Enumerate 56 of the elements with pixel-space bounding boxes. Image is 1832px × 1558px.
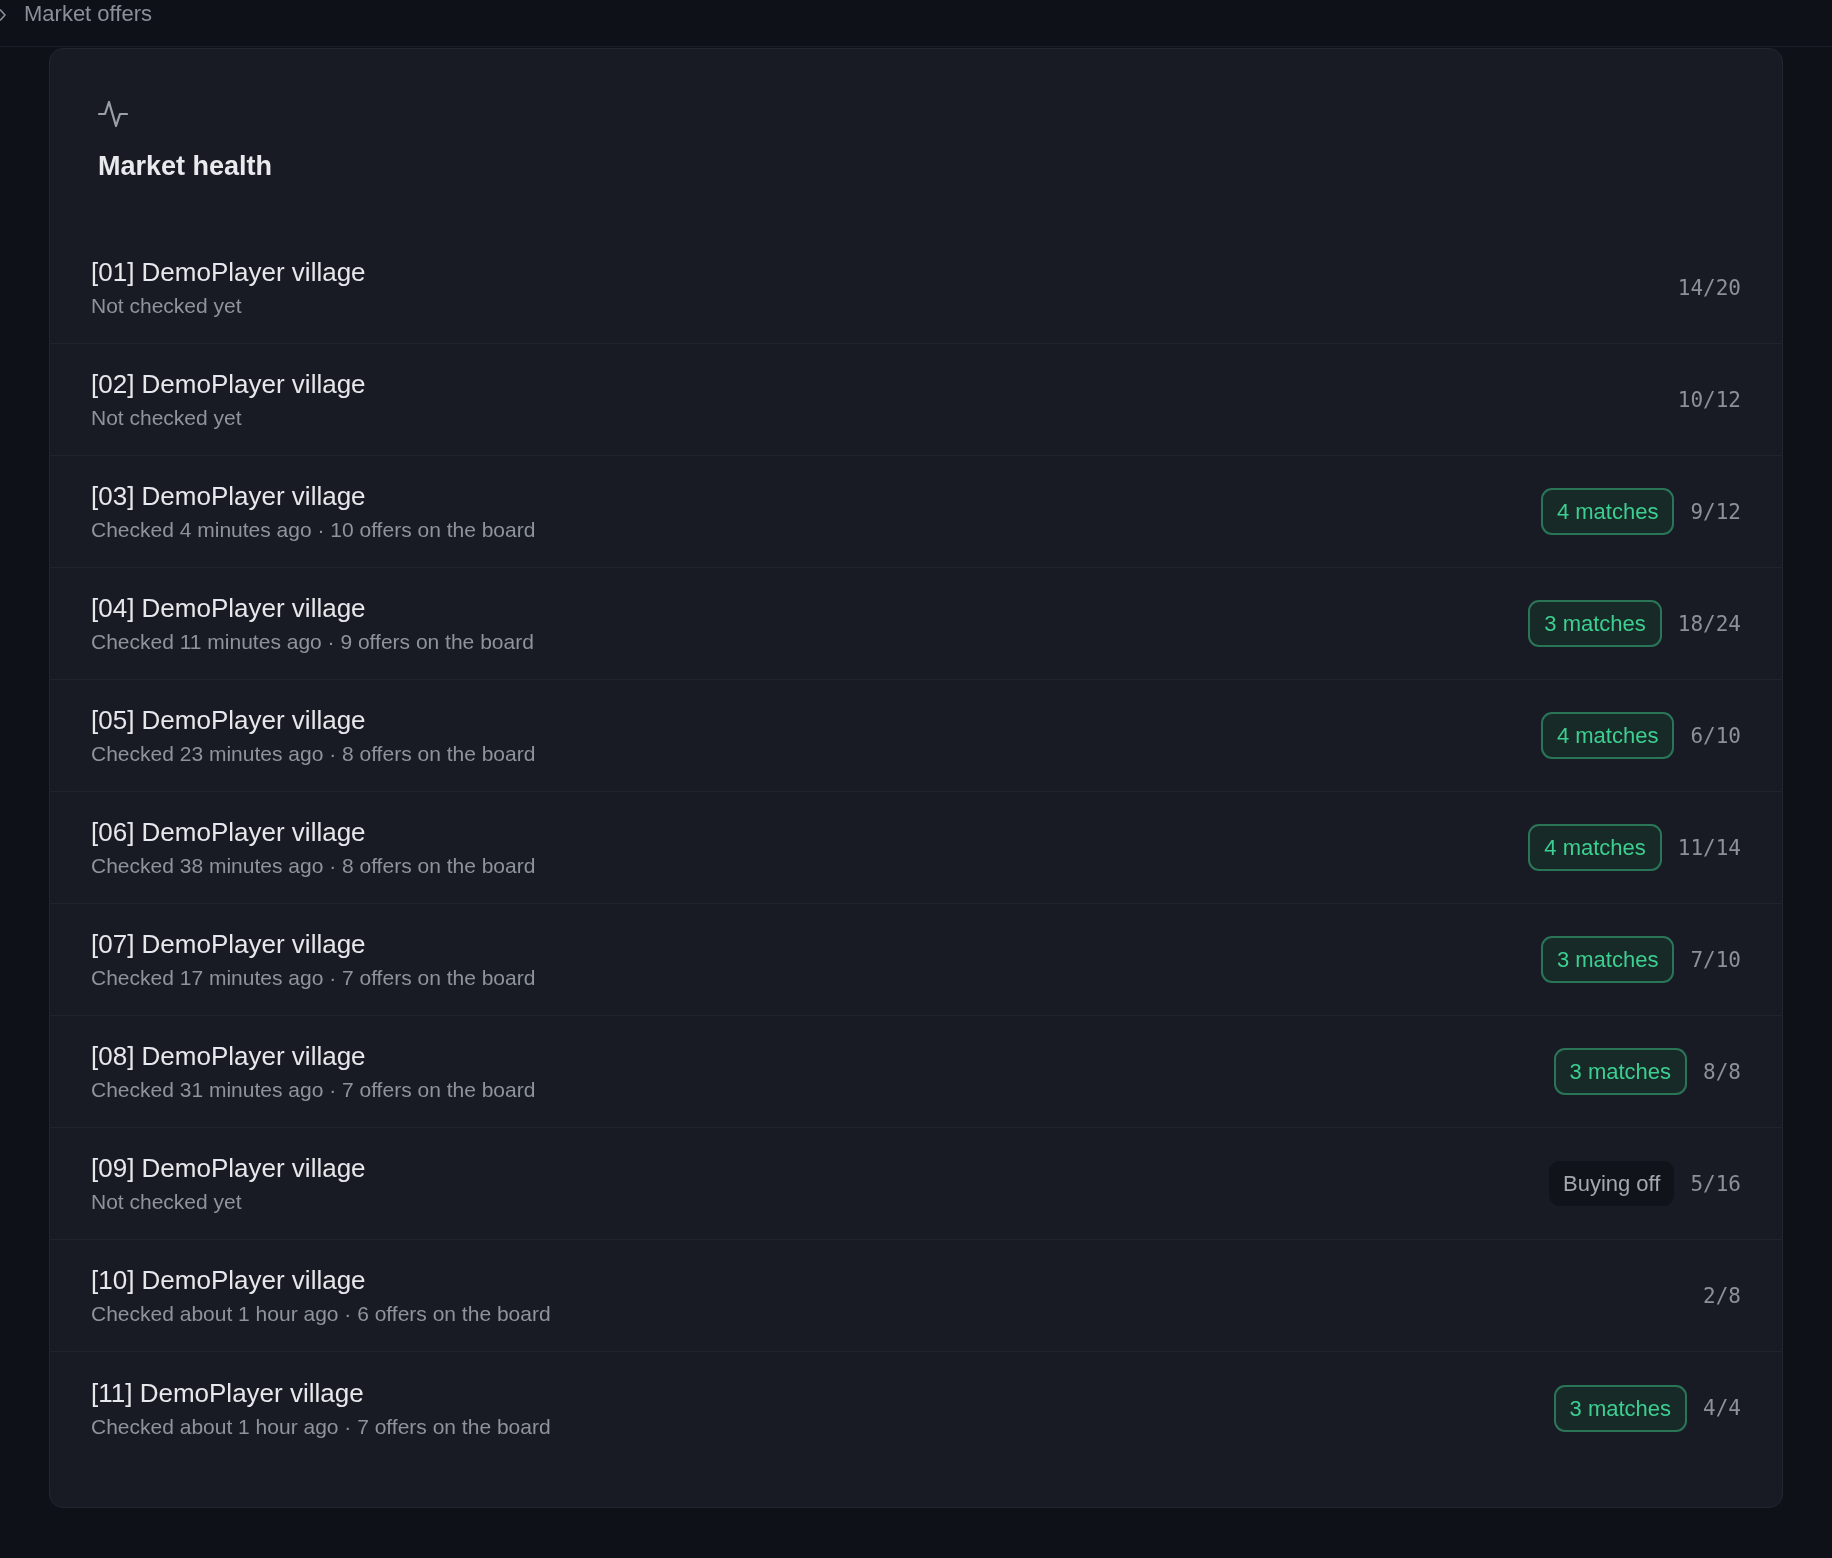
offer-count: 2/8	[1703, 1283, 1741, 1308]
village-row[interactable]: [04] DemoPlayer village Checked 11 minutes ago · 9 offers on the board 3 matches 18/24	[50, 568, 1782, 680]
matches-badge: 3 matches	[1553, 1384, 1688, 1432]
village-name: [04] DemoPlayer village	[91, 592, 366, 625]
offer-count: 8/8	[1703, 1059, 1741, 1084]
matches-badge: 4 matches	[1528, 824, 1662, 871]
matches-badge: 3 matches	[1540, 936, 1675, 983]
matches-badge: 3 matches	[1553, 1048, 1688, 1095]
village-row[interactable]: [11] DemoPlayer village Checked about 1 hour ago · 7 offers on the board 3 matches 4/4	[50, 1352, 1782, 1464]
village-row[interactable]: [03] DemoPlayer village Checked 4 minutes ago · 10 offers on the board 4 matches 9/12	[50, 456, 1782, 568]
village-name: [01] DemoPlayer village	[91, 256, 366, 289]
village-name: [03] DemoPlayer village	[91, 480, 366, 513]
offer-count: 5/16	[1690, 1171, 1741, 1196]
village-row[interactable]: [10] DemoPlayer village Checked about 1 hour ago · 6 offers on the board 2/8	[50, 1240, 1782, 1352]
village-name: [09] DemoPlayer village	[91, 1152, 366, 1185]
village-name: [06] DemoPlayer village	[91, 816, 366, 849]
panel-title: Market health	[98, 150, 273, 183]
village-status: Not checked yet	[91, 293, 242, 319]
village-status: Checked 11 minutes ago · 9 offers on the board	[91, 629, 534, 655]
village-status: Checked 4 minutes ago · 10 offers on the board	[91, 517, 536, 543]
village-status: Checked 17 minutes ago · 7 offers on the board	[91, 965, 536, 991]
offer-count: 4/4	[1703, 1396, 1741, 1420]
offer-count: 9/12	[1690, 499, 1741, 524]
village-row[interactable]: [05] DemoPlayer village Checked 23 minutes ago · 8 offers on the board 4 matches 6/10	[50, 680, 1782, 792]
offer-count: 6/10	[1690, 723, 1741, 748]
offer-count: 14/20	[1677, 275, 1741, 300]
village-row[interactable]: [01] DemoPlayer village Not checked yet 14/20	[50, 232, 1782, 344]
village-row[interactable]: [09] DemoPlayer village Not checked yet Buying off 5/16	[50, 1128, 1782, 1240]
matches-badge: 3 matches	[1528, 600, 1662, 647]
offer-count: 11/14	[1677, 835, 1741, 860]
village-name: [11] DemoPlayer village	[91, 1376, 364, 1410]
village-row[interactable]: [02] DemoPlayer village Not checked yet 10/12	[50, 344, 1782, 456]
village-name: [05] DemoPlayer village	[91, 704, 366, 737]
village-name: [02] DemoPlayer village	[91, 368, 366, 401]
village-status: Checked about 1 hour ago · 6 offers on the board	[91, 1301, 551, 1327]
village-status: Checked about 1 hour ago · 7 offers on the board	[91, 1413, 551, 1440]
breadcrumb-link[interactable]: Market offers	[24, 0, 152, 28]
village-row[interactable]: [06] DemoPlayer village Checked 38 minutes ago · 8 offers on the board 4 matches 11/14	[50, 792, 1782, 904]
village-name: [07] DemoPlayer village	[91, 928, 366, 961]
matches-badge: 4 matches	[1540, 488, 1675, 535]
offer-count: 10/12	[1677, 387, 1741, 412]
pulse-icon	[98, 99, 128, 129]
village-name: [10] DemoPlayer village	[91, 1264, 366, 1297]
offer-count: 18/24	[1677, 611, 1741, 636]
status-badge: Buying off	[1548, 1161, 1675, 1206]
offer-count: 7/10	[1690, 947, 1741, 972]
village-status: Not checked yet	[91, 405, 242, 431]
village-row[interactable]: [08] DemoPlayer village Checked 31 minutes ago · 7 offers on the board 3 matches 8/8	[50, 1016, 1782, 1128]
chevron-icon	[0, 9, 6, 21]
village-status: Checked 23 minutes ago · 8 offers on the board	[91, 741, 536, 767]
matches-badge: 4 matches	[1540, 712, 1675, 759]
village-row[interactable]: [07] DemoPlayer village Checked 17 minutes ago · 7 offers on the board 3 matches 7/10	[50, 904, 1782, 1016]
village-status: Not checked yet	[91, 1189, 242, 1215]
village-status: Checked 38 minutes ago · 8 offers on the board	[91, 853, 536, 879]
village-status: Checked 31 minutes ago · 7 offers on the board	[91, 1077, 536, 1103]
village-name: [08] DemoPlayer village	[91, 1040, 366, 1073]
